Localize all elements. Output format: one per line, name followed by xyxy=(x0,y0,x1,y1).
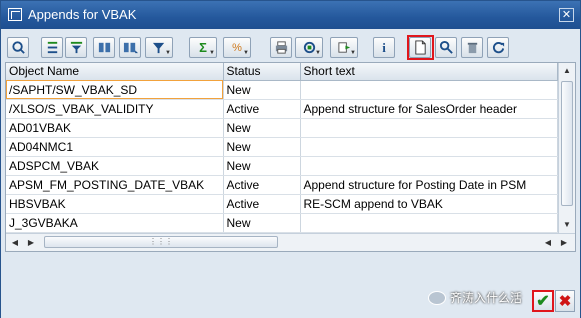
cancel-button[interactable]: ✖ xyxy=(555,290,575,312)
window-icon xyxy=(8,8,22,21)
table-row[interactable]: AD04NMC1 New xyxy=(6,137,558,157)
short-text-cell xyxy=(300,213,558,233)
cancel-icon: ✖ xyxy=(558,293,572,310)
delete-icon[interactable] xyxy=(461,37,483,58)
object-name-cell[interactable]: AD04NMC1 xyxy=(6,137,224,157)
sum-icon[interactable]: Σ ▼ xyxy=(189,37,217,58)
column-header-object-name[interactable]: Object Name xyxy=(6,63,224,81)
checkmark-icon: ✔ xyxy=(536,293,550,310)
object-name-cell[interactable]: J_3GVBAKA xyxy=(6,213,224,233)
status-cell: New xyxy=(223,137,301,157)
scroll-down-icon[interactable]: ▼ xyxy=(559,217,575,233)
table-row[interactable]: APSM_FM_POSTING_DATE_VBAK Active Append … xyxy=(6,175,558,195)
table-row[interactable]: J_3GVBAKA New xyxy=(6,213,558,233)
title-bar: Appends for VBAK ✕ xyxy=(1,1,580,29)
short-text-cell xyxy=(300,156,558,176)
column-header-status[interactable]: Status xyxy=(223,63,301,81)
status-cell: Active xyxy=(223,194,301,214)
status-cell: New xyxy=(223,118,301,138)
set-filter-icon[interactable]: ▼ xyxy=(145,37,173,58)
status-cell: Active xyxy=(223,175,301,195)
views-icon[interactable]: ▼ xyxy=(295,37,323,58)
table-row[interactable]: ADSPCM_VBAK New xyxy=(6,156,558,176)
details-icon[interactable] xyxy=(7,37,29,58)
wechat-logo-icon xyxy=(427,290,446,305)
close-icon[interactable]: ✕ xyxy=(559,8,574,22)
scroll-right-icon[interactable]: ▶ xyxy=(24,234,38,251)
short-text-cell: Append structure for Posting Date in PSM xyxy=(300,175,558,195)
object-name-cell[interactable]: /XLSO/S_VBAK_VALIDITY xyxy=(6,99,224,119)
scroll-left-icon[interactable]: ◀ xyxy=(8,234,22,251)
short-text-cell: RE-SCM append to VBAK xyxy=(300,194,558,214)
appends-dialog: Appends for VBAK ✕ ▼ Σ ▼ % ▼ ▼ ▼ i Objec… xyxy=(0,0,581,318)
window-title: Appends for VBAK xyxy=(28,7,137,22)
table-row[interactable]: /XLSO/S_VBAK_VALIDITY Active Append stru… xyxy=(6,99,558,119)
status-cell: Active xyxy=(223,99,301,119)
vertical-scrollbar[interactable]: ▲ ▼ xyxy=(558,63,575,233)
column-header-short-text[interactable]: Short text xyxy=(300,63,558,81)
dialog-footer: 齐涛入什么活 ✔ ✖ xyxy=(1,256,580,318)
vertical-scroll-thumb[interactable] xyxy=(561,81,573,206)
scroll-left-end-icon[interactable]: ◀ xyxy=(541,234,555,251)
ok-button[interactable]: ✔ xyxy=(532,290,554,312)
toolbar: ▼ Σ ▼ % ▼ ▼ ▼ i xyxy=(5,35,576,60)
export-icon[interactable]: ▼ xyxy=(330,37,358,58)
refresh-icon[interactable] xyxy=(487,37,509,58)
short-text-cell xyxy=(300,80,558,100)
object-name-cell[interactable]: /SAPHT/SW_VBAK_SD xyxy=(6,80,224,100)
print-icon[interactable] xyxy=(270,37,292,58)
where-used-icon[interactable] xyxy=(435,37,457,58)
sort-ascending-icon[interactable] xyxy=(41,37,63,58)
horizontal-scrollbar[interactable]: ◀ ▶ ⋮⋮⋮ ◀ ▶ xyxy=(6,233,575,251)
object-name-cell[interactable]: APSM_FM_POSTING_DATE_VBAK xyxy=(6,175,224,195)
info-icon[interactable]: i xyxy=(373,37,395,58)
appends-table: Object Name Status Short text /SAPHT/SW_… xyxy=(6,63,558,233)
short-text-cell: Append structure for SalesOrder header xyxy=(300,99,558,119)
object-name-cell[interactable]: HBSVBAK xyxy=(6,194,224,214)
table-row[interactable]: AD01VBAK New xyxy=(6,118,558,138)
object-name-cell[interactable]: ADSPCM_VBAK xyxy=(6,156,224,176)
status-cell: New xyxy=(223,80,301,100)
status-cell: New xyxy=(223,213,301,233)
filter-icon[interactable] xyxy=(65,37,87,58)
status-cell: New xyxy=(223,156,301,176)
scroll-right-end-icon[interactable]: ▶ xyxy=(557,234,571,251)
short-text-cell xyxy=(300,118,558,138)
watermark: 齐涛入什么活 xyxy=(427,289,522,306)
scroll-up-icon[interactable]: ▲ xyxy=(559,63,575,79)
watermark-text: 齐涛入什么活 xyxy=(449,291,522,305)
object-name-cell[interactable]: AD01VBAK xyxy=(6,118,224,138)
horizontal-scroll-thumb[interactable]: ⋮⋮⋮ xyxy=(44,236,278,248)
create-icon[interactable] xyxy=(409,37,431,58)
table-row[interactable]: HBSVBAK Active RE-SCM append to VBAK xyxy=(6,194,558,214)
find-next-icon[interactable] xyxy=(119,37,141,58)
short-text-cell xyxy=(300,137,558,157)
appends-grid: Object Name Status Short text /SAPHT/SW_… xyxy=(5,62,576,252)
header-row: Object Name Status Short text xyxy=(6,63,558,81)
subtotal-icon[interactable]: % ▼ xyxy=(223,37,251,58)
find-icon[interactable] xyxy=(93,37,115,58)
table-row[interactable]: /SAPHT/SW_VBAK_SD New xyxy=(6,80,558,100)
